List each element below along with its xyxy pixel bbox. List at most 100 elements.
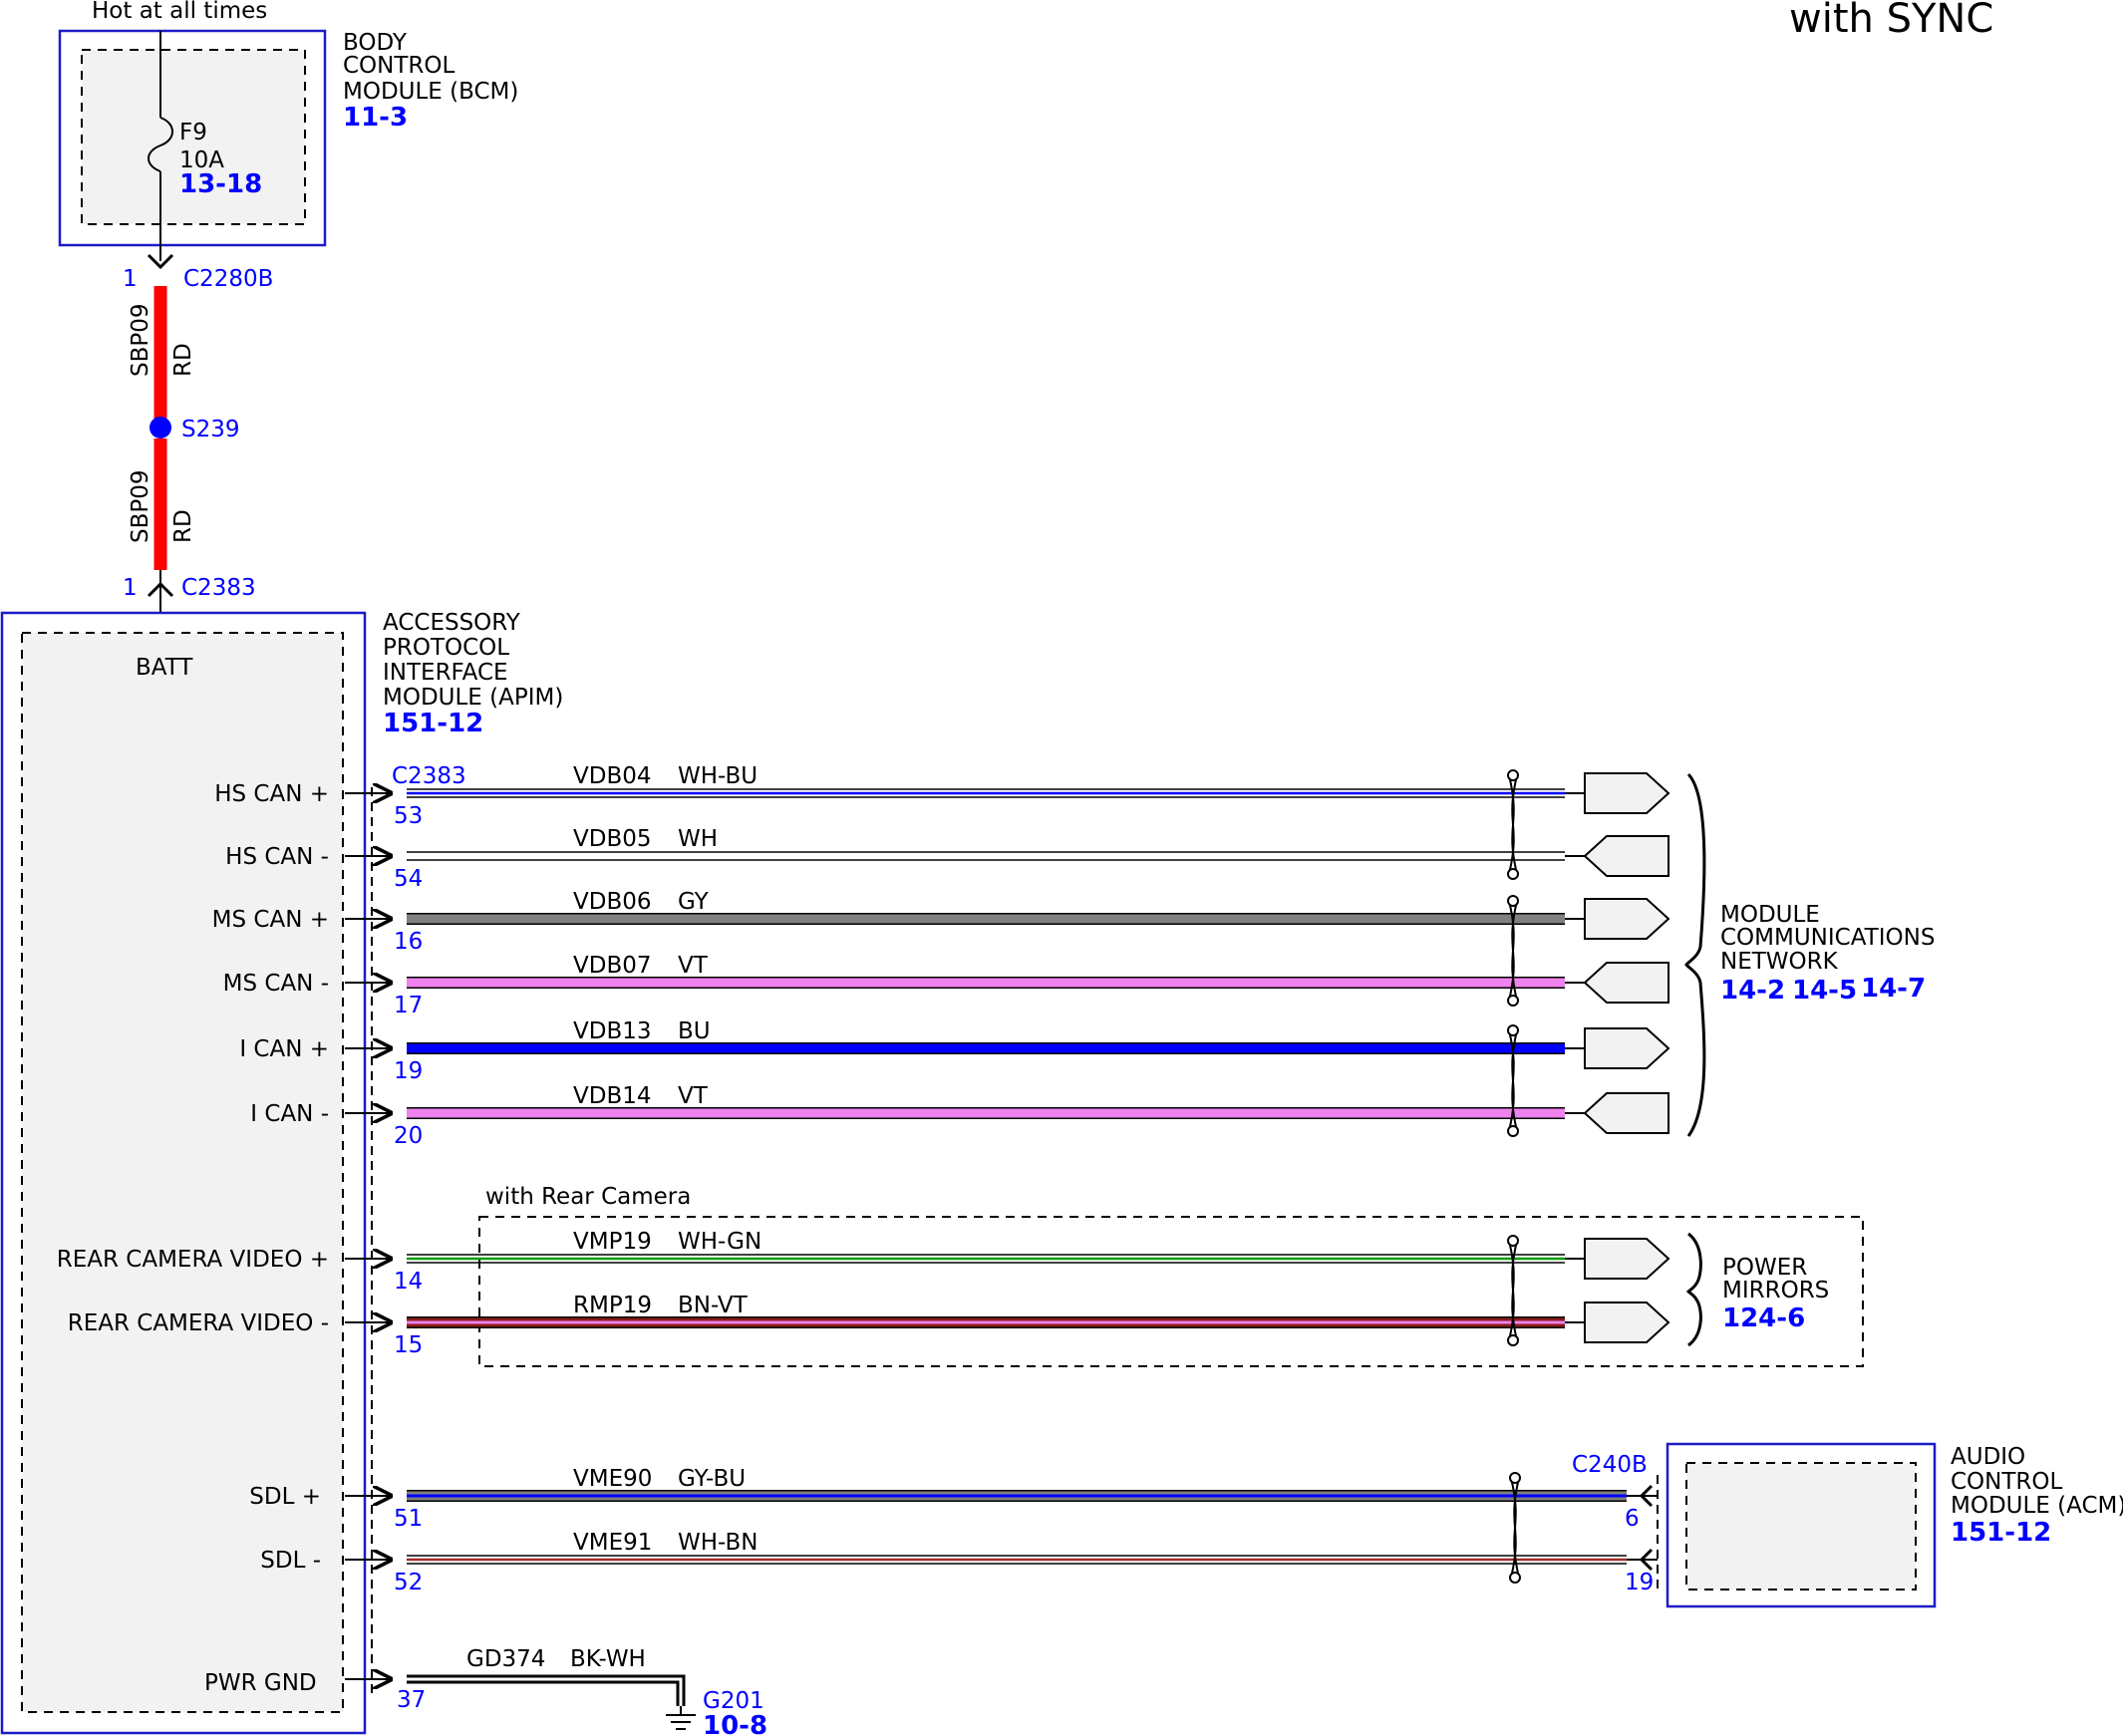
acm-inner-box (1685, 1462, 1917, 1591)
bcm-ref-link[interactable]: 11-3 (343, 103, 408, 133)
signal-label: REAR CAMERA VIDEO - (68, 1310, 329, 1336)
circuit-code: VDB04 (573, 763, 652, 789)
apim-batt-label: BATT (136, 655, 193, 681)
bcm-module: BODY CONTROL MODULE (BCM) 11-3 (58, 29, 518, 247)
signal-label: MS CAN + (212, 907, 329, 933)
feed-circuit-bottom-color: RD (170, 509, 196, 543)
c2383-batt-name: C2383 (181, 575, 256, 601)
wire-color-code: GY-BU (678, 1466, 746, 1492)
wire-color-code: WH-BU (678, 763, 758, 789)
acm-pin-number: 19 (1625, 1570, 1654, 1595)
signal-label: I CAN + (239, 1036, 329, 1062)
ground-circuit-code: GD374 (466, 1646, 545, 1672)
apim-ref-link[interactable]: 151-12 (383, 709, 483, 738)
wire-color-code: VT (678, 1083, 709, 1109)
twisted-pair-icon-end-bottom (1507, 995, 1519, 1007)
twisted-pair-icon (1508, 774, 1518, 875)
mirrors-brace-icon (1685, 1232, 1702, 1347)
network-connector-icon (1584, 898, 1670, 940)
splice-s239-label: S239 (181, 417, 240, 442)
network-ref-link-3[interactable]: 14-7 (1861, 974, 1926, 1004)
signal-label: SDL + (249, 1484, 321, 1510)
splice-s239-dot (150, 417, 171, 438)
pin-number: 53 (394, 803, 423, 829)
twisted-pair-icon-end-bottom (1507, 868, 1519, 880)
pin-number: 14 (394, 1269, 423, 1295)
sdl-signal-rows: SDL +51VME90GY-BU6SDL +SDL -52VME91WH-BN… (249, 1466, 1781, 1595)
twisted-pair-icon-end-bottom (1507, 1334, 1519, 1346)
wiring-diagram: with SYNC Hot at all times BODY CONTROL … (0, 0, 2123, 1736)
network-connector-icon (1583, 835, 1669, 877)
mirror-connector-icon (1584, 1238, 1670, 1280)
page-title: with SYNC (1789, 0, 1993, 42)
signal-label: REAR CAMERA VIDEO + (57, 1247, 329, 1273)
circuit-code: RMP19 (573, 1293, 652, 1318)
network-ref-link-1[interactable]: 14-2 (1720, 976, 1785, 1006)
apim-name-line-3: INTERFACE (383, 660, 508, 686)
mirror-connector-icon (1584, 1302, 1670, 1343)
network-signal-rows: HS CAN + 53 VDB04 WH-BU HS CAN - 54 VDB05 WH MS … (212, 763, 1670, 1149)
c2280b-name: C2280B (183, 266, 273, 292)
feed-circuit-top-code: SBP09 (128, 303, 153, 377)
signal-label: SDL - (260, 1548, 321, 1574)
mirrors-ref-link[interactable]: 124-6 (1722, 1303, 1805, 1333)
signal-label: HS CAN - (225, 844, 329, 870)
wire-color-code: WH (678, 826, 718, 852)
signal-row: SDL -52VME91WH-BN19SDL - (260, 1530, 1770, 1595)
twisted-pair-icon-end-top (1507, 1235, 1519, 1247)
acm-name-line-3: MODULE (ACM) (1951, 1493, 2123, 1519)
pin-number: 51 (394, 1506, 423, 1532)
circuit-code: VME91 (573, 1530, 652, 1556)
twisted-pair-icon-end-top (1507, 895, 1519, 907)
fuse-ref-link[interactable]: 13-18 (179, 169, 262, 199)
signal-row: HS CAN - 54 VDB05 WH (225, 826, 1669, 892)
network-name-line-3: NETWORK (1720, 949, 1839, 975)
signal-row: MS CAN + 16 VDB06 GY (212, 889, 1670, 955)
feed-wire: SBP09 RD S239 SBP09 RD (128, 286, 240, 570)
pin-number: 19 (394, 1058, 423, 1084)
acm-name-line-1: AUDIO (1951, 1444, 2025, 1470)
network-connector-icon (1584, 772, 1670, 814)
wire-color-code: GY (678, 889, 710, 915)
twisted-pair-icon-end-bottom (1509, 1572, 1521, 1584)
circuit-code: VDB06 (573, 889, 652, 915)
twisted-pair-icon-end-top (1507, 1024, 1519, 1036)
signal-row: MS CAN - 17 VDB07 VT (223, 953, 1669, 1018)
signal-row: I CAN - 20 VDB14 VT (250, 1083, 1669, 1149)
pin-number: 16 (394, 929, 423, 955)
network-ref-link-2[interactable]: 14-5 (1792, 976, 1857, 1006)
signal-label: HS CAN + (214, 781, 329, 807)
ground-pin: 37 (397, 1687, 426, 1713)
pin-number: 17 (394, 993, 423, 1018)
network-name-line-2: COMMUNICATIONS (1720, 925, 1935, 951)
wire-color-code: BN-VT (678, 1293, 749, 1318)
wire-color-code: VT (678, 953, 709, 979)
apim-name-line-1: ACCESSORY (383, 610, 521, 636)
ground-ref-link[interactable]: 10-8 (703, 1711, 767, 1736)
bcm-name-line-2: CONTROL (343, 53, 455, 79)
apim-name-line-4: MODULE (APIM) (383, 685, 563, 711)
pin-number: 15 (394, 1332, 423, 1358)
bcm-name-line-3: MODULE (BCM) (343, 79, 518, 105)
feed-circuit-bottom-code: SBP09 (128, 469, 153, 543)
wire-color-code: WH-BN (678, 1530, 758, 1556)
pin-number: 54 (394, 866, 423, 892)
fuse-id: F9 (179, 120, 207, 145)
circuit-code: VDB13 (573, 1018, 652, 1044)
power-source-label: Hot at all times (92, 0, 267, 24)
signal-label: MS CAN - (223, 971, 329, 997)
feed-circuit-top-color: RD (170, 343, 196, 377)
apim-name-line-2: PROTOCOL (383, 635, 509, 661)
network-brace-icon (1684, 772, 1706, 1137)
ground-icon (666, 1706, 696, 1730)
wire-color-code: BU (678, 1018, 711, 1044)
ground-label: PWR GND (204, 1670, 317, 1696)
twisted-pair-icon-end-bottom (1507, 1125, 1519, 1137)
circuit-code: VDB05 (573, 826, 652, 852)
c240b-name: C240B (1572, 1452, 1648, 1478)
network-connector-icon (1583, 962, 1669, 1004)
network-connector-icon (1584, 1027, 1670, 1069)
rear-camera-group-label: with Rear Camera (485, 1184, 691, 1210)
circuit-code: VMP19 (573, 1229, 652, 1255)
acm-ref-link[interactable]: 151-12 (1951, 1518, 2051, 1548)
